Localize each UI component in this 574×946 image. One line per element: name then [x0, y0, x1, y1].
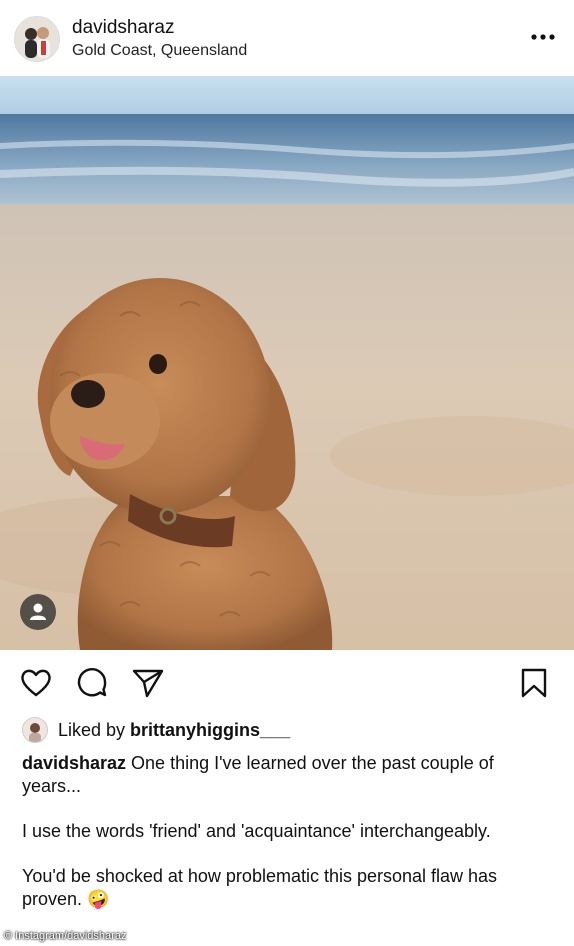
- liker-avatar: [22, 717, 48, 743]
- likes-summary[interactable]: Liked by brittanyhiggins___: [22, 716, 290, 744]
- dog-on-beach-image: [0, 76, 574, 650]
- heart-icon[interactable]: [19, 666, 53, 700]
- post-header: davidsharaz Gold Coast, Queensland: [0, 0, 574, 76]
- likes-text: Liked by brittanyhiggins___: [58, 720, 290, 741]
- bookmark-icon[interactable]: [517, 666, 551, 700]
- post-caption: davidsharaz One thing I've learned over …: [22, 752, 552, 911]
- caption-line-3: You'd be shocked at how problematic this…: [22, 866, 498, 909]
- caption-username[interactable]: davidsharaz: [22, 753, 126, 773]
- post-username[interactable]: davidsharaz: [72, 17, 174, 39]
- post-actions-bar: [0, 650, 574, 718]
- profile-avatar[interactable]: [14, 16, 60, 62]
- likes-prefix: Liked by: [58, 719, 131, 740]
- caption-line-1: davidsharaz One thing I've learned over …: [22, 752, 552, 798]
- post-photo[interactable]: [0, 76, 574, 650]
- caption-line-2: I use the words 'friend' and 'acquaintan…: [22, 821, 491, 841]
- person-icon: [30, 603, 46, 620]
- image-credit-watermark: © Instagram/davidsharaz: [4, 930, 127, 942]
- more-horizontal-icon[interactable]: [528, 30, 558, 44]
- tagged-users-button[interactable]: [20, 594, 56, 630]
- comment-bubble-icon[interactable]: [75, 666, 109, 700]
- liker-username[interactable]: brittanyhiggins___: [130, 720, 290, 740]
- paper-plane-icon[interactable]: [131, 666, 165, 700]
- avatar-photo: [15, 17, 59, 61]
- post-location[interactable]: Gold Coast, Queensland: [72, 42, 247, 60]
